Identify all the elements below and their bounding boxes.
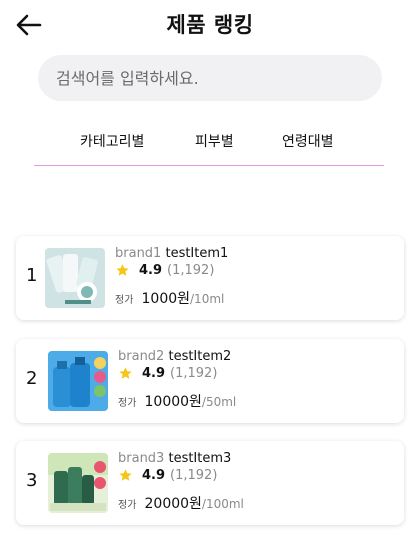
product-set-image: [48, 453, 108, 513]
product-name-line: brand2 testItem2: [118, 349, 236, 364]
rating-line: 4.9 (1,192): [115, 263, 228, 278]
volume: /50ml: [201, 395, 237, 409]
rating-score: 4.9: [139, 263, 163, 278]
price-line: 정가 1000원/10ml: [115, 288, 228, 308]
price-line: 정가 10000원/50ml: [118, 391, 236, 411]
item-name: testItem2: [168, 349, 232, 364]
price-value: 1000원: [141, 291, 191, 307]
star-icon: [116, 264, 129, 276]
price-value: 20000원: [144, 496, 202, 512]
product-bottle-image: [48, 351, 108, 411]
volume: /10ml: [190, 292, 225, 306]
item-name: testItem1: [165, 246, 229, 261]
review-count: (1,192): [170, 366, 218, 381]
tab-age-group[interactable]: 연령대별: [282, 131, 334, 151]
product-name-line: brand1 testItem1: [115, 246, 228, 261]
price-label: 정가: [118, 500, 137, 511]
product-name-line: brand3 testItem3: [118, 451, 244, 466]
product-ranking-page: 제품 랭킹 카테고리별 피부별 연령대별 1 brand1 testItem1: [0, 0, 420, 552]
review-count: (1,192): [170, 468, 218, 483]
product-info: brand1 testItem1 4.9 (1,192) 정가 1000원/10…: [115, 246, 228, 308]
header: 제품 랭킹: [0, 0, 420, 48]
brand-name: brand3: [118, 451, 165, 466]
price-label: 정가: [115, 295, 134, 306]
rank-number: 2: [26, 368, 38, 389]
item-name: testItem3: [168, 451, 232, 466]
tab-skin-type[interactable]: 피부별: [195, 131, 234, 151]
product-card[interactable]: 3 brand3 testItem3 4.9 (1,192) 정가 20000원…: [16, 441, 404, 525]
tab-category[interactable]: 카테고리별: [80, 131, 144, 151]
rating-score: 4.9: [142, 468, 166, 483]
page-title: 제품 랭킹: [166, 13, 254, 37]
price-value: 10000원: [144, 394, 202, 410]
volume: /100ml: [201, 497, 244, 511]
product-info: brand3 testItem3 4.9 (1,192) 정가 20000원/1…: [118, 451, 244, 513]
rank-number: 3: [26, 470, 38, 491]
brand-name: brand2: [118, 349, 165, 364]
rating-score: 4.9: [142, 366, 166, 381]
rating-line: 4.9 (1,192): [118, 366, 236, 381]
search-bar[interactable]: [38, 55, 382, 101]
product-card[interactable]: 2 brand2 testItem2 4.9 (1,192) 정가 10000원…: [16, 339, 404, 423]
product-info: brand2 testItem2 4.9 (1,192) 정가 10000원/5…: [118, 349, 236, 411]
price-label: 정가: [118, 398, 137, 409]
star-icon: [119, 469, 132, 481]
product-tube-image: [45, 248, 105, 308]
search-input[interactable]: [56, 68, 356, 88]
rating-line: 4.9 (1,192): [118, 468, 244, 483]
price-line: 정가 20000원/100ml: [118, 493, 244, 513]
filter-tabs: 카테고리별 피부별 연령대별: [34, 128, 384, 166]
rank-number: 1: [26, 265, 38, 286]
star-icon: [119, 367, 132, 379]
brand-name: brand1: [115, 246, 162, 261]
review-count: (1,192): [167, 263, 215, 278]
product-card[interactable]: 1 brand1 testItem1 4.9 (1,192) 정가 1000원/…: [16, 236, 404, 320]
